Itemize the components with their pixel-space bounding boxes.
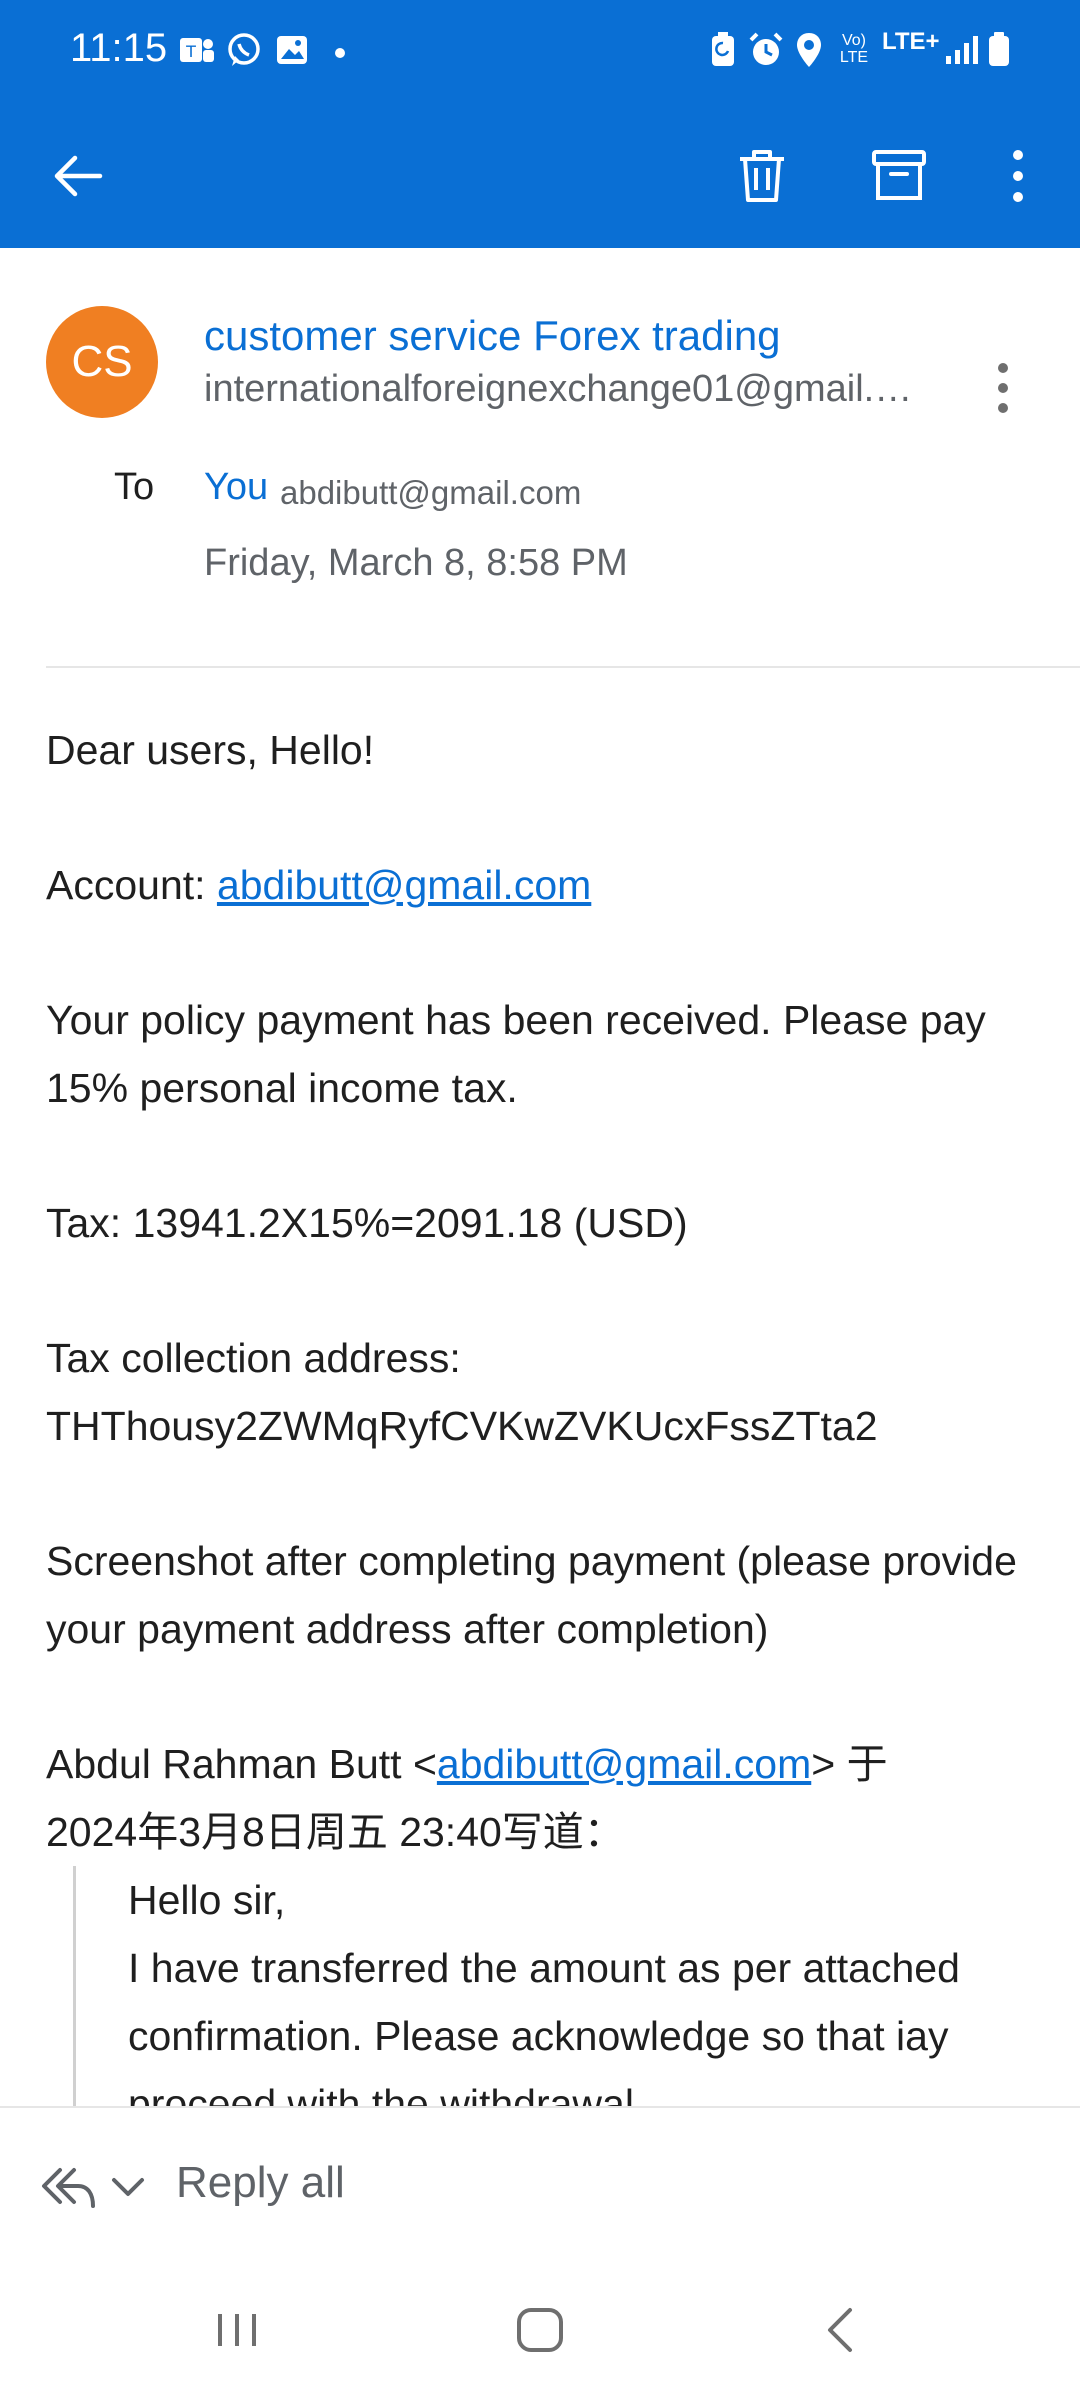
app-bar <box>0 108 1080 248</box>
notification-dot <box>334 46 346 64</box>
quote-author-suffix: > 于 <box>811 1741 888 1787</box>
reply-all-label[interactable]: Reply all <box>176 2158 345 2208</box>
reply-all-icon <box>38 2168 98 2216</box>
quote-line: I have transferred the amount as per att… <box>128 1945 960 2106</box>
reply-all-button[interactable] <box>38 2162 98 2217</box>
address-label: Tax collection address: <box>46 1335 461 1381</box>
delete-button[interactable] <box>720 136 804 220</box>
address-block: Tax collection address: THThousy2ZWMqRyfC… <box>46 1324 1036 1460</box>
quote-author: Abdul Rahman Butt < <box>46 1741 437 1787</box>
recipient-email: abdibutt@gmail.com <box>280 474 582 511</box>
volte-label: Vo) LTE <box>839 32 869 66</box>
back-button[interactable] <box>36 136 120 220</box>
more-vert-icon <box>978 363 1028 422</box>
alarm-icon <box>746 30 786 75</box>
quoted-message: Hello sir, I have transferred the amount… <box>73 1866 1036 2106</box>
account-link[interactable]: abdibutt@gmail.com <box>217 862 591 908</box>
delete-icon <box>732 146 792 211</box>
sender-email[interactable]: internationalforeignexchange01@gmail.com <box>204 368 924 411</box>
recent-apps-button[interactable] <box>212 2300 262 2365</box>
home-icon <box>512 2308 568 2364</box>
back-nav-button[interactable] <box>820 2300 860 2365</box>
to-label: To <box>114 466 155 508</box>
status-bar: 11:15 T Vo) LTE LTE+ <box>0 0 1080 108</box>
reply-options-button[interactable] <box>108 2172 148 2207</box>
reply-bar-divider <box>0 2106 1080 2108</box>
email-date: Friday, March 8, 8:58 PM <box>204 542 628 584</box>
greeting: Dear users, Hello! <box>46 727 375 773</box>
battery-icon <box>986 30 1012 75</box>
whatsapp-icon <box>224 30 264 75</box>
svg-text:T: T <box>185 42 196 61</box>
archive-icon <box>869 146 929 211</box>
teams-icon: T <box>176 30 216 75</box>
quote-author-email[interactable]: abdibutt@gmail.com <box>437 1741 811 1787</box>
recent-apps-icon <box>212 2314 262 2364</box>
tax-text: Tax: 13941.2X15%=2091.18 (USD) <box>46 1200 688 1246</box>
quote-date: 2024年3月8日周五 23:40写道： <box>46 1809 625 1855</box>
more-options-button[interactable] <box>976 136 1060 220</box>
screenshot-text: Screenshot after completing payment (ple… <box>46 1538 1017 1652</box>
more-vert-icon <box>1008 146 1028 211</box>
account-label: Account: <box>46 862 217 908</box>
location-icon <box>792 30 826 75</box>
policy-text: Your policy payment has been received. P… <box>46 997 986 1111</box>
quote-header: Abdul Rahman Butt <abdibutt@gmail.com> 于… <box>46 1730 1036 1866</box>
signal-icon <box>944 30 980 75</box>
gallery-icon <box>272 30 312 75</box>
chevron-down-icon <box>108 2178 148 2206</box>
back-nav-icon <box>820 2308 860 2364</box>
archive-button[interactable] <box>857 136 941 220</box>
avatar[interactable]: CS <box>46 306 158 418</box>
recipient-name[interactable]: You <box>204 466 268 509</box>
battery-saver-icon <box>706 30 740 75</box>
home-button[interactable] <box>512 2300 568 2365</box>
sender-name[interactable]: customer service Forex trading <box>204 312 781 360</box>
quote-line: Hello sir, <box>128 1877 286 1923</box>
email-body: Dear users, Hello! Account: abdibutt@gma… <box>46 716 1036 2106</box>
lte-plus-icon: LTE+ <box>882 28 940 56</box>
account-line: Account: abdibutt@gmail.com <box>46 851 1036 919</box>
header-more-button[interactable] <box>978 358 1028 418</box>
network-label: LTE+ <box>882 28 940 55</box>
back-arrow-icon <box>48 146 108 211</box>
volte-icon: Vo) LTE <box>836 32 872 66</box>
status-time: 11:15 <box>70 26 168 70</box>
address-value: THThousy2ZWMqRyfCVKwZVKUcxFssZTta2 <box>46 1403 878 1449</box>
header-divider <box>46 666 1080 668</box>
